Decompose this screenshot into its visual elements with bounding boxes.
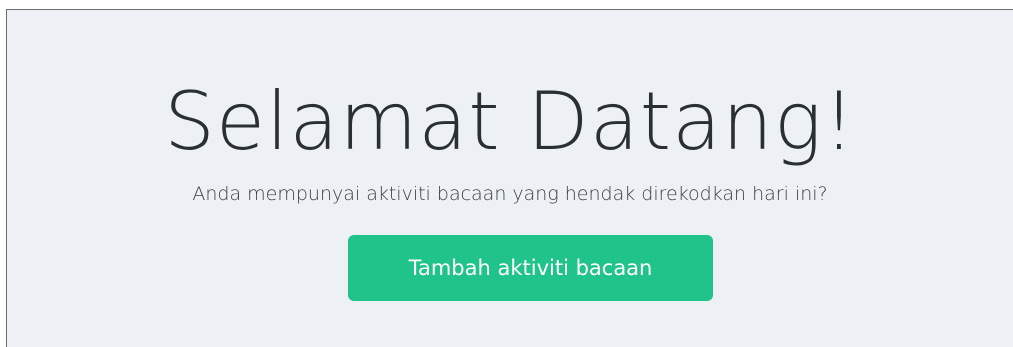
welcome-title: Selamat Datang! — [164, 75, 856, 168]
add-reading-activity-button[interactable]: Tambah aktiviti bacaan — [348, 235, 713, 301]
welcome-subtitle: Anda mempunyai aktiviti bacaan yang hend… — [192, 183, 828, 205]
welcome-panel: Selamat Datang! Anda mempunyai aktiviti … — [6, 9, 1013, 347]
